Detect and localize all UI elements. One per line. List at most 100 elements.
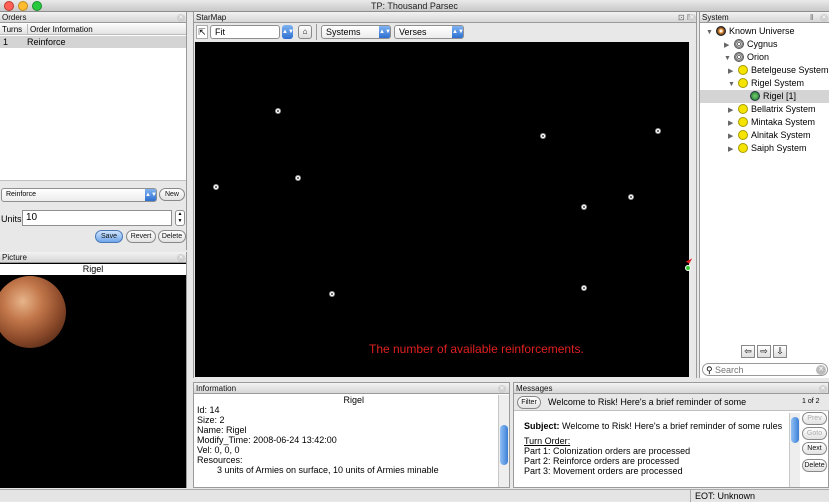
messages-panel-title: Messages [514,383,828,394]
search-input[interactable] [715,365,815,375]
info-resources-line: 3 units of Armies on surface, 10 units o… [217,465,439,475]
status-bar: EOT: Unknown [0,489,829,502]
picture-panel: Picture ✕ Rigel [0,252,187,488]
disclosure-closed-icon[interactable]: ▶ [728,143,738,156]
search-icon: ⚲ [706,365,713,375]
tree-item-rigel-system[interactable]: ▼ Rigel System [728,77,804,90]
info-line: Resources: [197,455,243,465]
sun-icon [738,130,748,140]
sun-icon [738,143,748,153]
messages-close-icon[interactable]: ✕ [819,385,827,393]
info-scrollbar[interactable] [498,395,509,487]
tree-label: Bellatrix System [751,104,816,114]
disclosure-open-icon[interactable]: ▼ [706,26,716,39]
starmap-canvas[interactable]: The number of available reinforcements. [195,42,693,377]
filter-button[interactable]: Filter [517,396,541,409]
table-row[interactable]: 1 Reinforce [0,36,186,48]
information-close-icon[interactable]: ✕ [498,385,506,393]
message-counter: 1 of 2 [802,398,820,405]
universe-icon [716,26,726,36]
sun-icon [738,65,748,75]
pin-icon[interactable]: ‖ [810,13,813,22]
star-system-marker[interactable] [655,128,661,134]
tree-label: Rigel [1] [763,91,797,101]
select-arrows-icon: ▲▼ [145,189,157,201]
tree-item-bellatrix[interactable]: ▶ Bellatrix System [728,103,816,116]
tree-label: Known Universe [729,26,795,36]
delete-order-button[interactable]: Delete [158,230,186,243]
messages-scrollbar[interactable] [789,413,800,487]
tree-item-alnitak[interactable]: ▶ Alnitak System [728,129,811,142]
star-system-marker[interactable] [540,133,546,139]
sun-icon [738,104,748,114]
zoom-select: Fit [210,25,280,39]
starmap-panel: StarMap ⊡ ‖ ✕ ⇱ Fit ▲▼ ⌂ Systems ▲▼ Vers… [193,12,697,378]
tree-item-orion[interactable]: ▼ Orion [724,51,769,64]
cursor-tool-icon[interactable]: ⇱ [196,25,208,39]
star-system-marker[interactable] [295,175,301,181]
star-system-marker[interactable] [213,184,219,190]
planet-icon [750,91,760,101]
tree-item-saiph[interactable]: ▶ Saiph System [728,142,807,155]
prev-message-button[interactable]: Prev [802,412,827,425]
tree-label: Betelgeuse System [751,65,829,75]
zoom-window-icon[interactable] [32,1,42,11]
clear-search-icon[interactable]: ✕ [816,365,826,375]
selected-planet-marker[interactable] [685,265,691,271]
close-window-icon[interactable] [4,1,14,11]
order-turns-cell: 1 [3,37,9,47]
tree-item-rigel-planet[interactable]: Rigel [1] [700,90,829,103]
starmap-close-icon[interactable]: ✕ [688,14,696,22]
system-close-icon[interactable]: ✕ [820,14,828,22]
revert-button[interactable]: Revert [126,230,156,243]
delete-message-button[interactable]: Delete [802,459,827,472]
forward-arrow-icon[interactable]: ⇨ [757,345,771,358]
message-body: Subject: Welcome to Risk! Here's a brief… [524,421,784,476]
info-line: Modify_Time: 2008-06-24 13:42:00 [197,435,337,445]
selection-arrow-icon [685,256,693,264]
units-stepper[interactable]: ▲ ▼ [175,210,185,226]
scroll-thumb[interactable] [791,417,799,443]
column-order-information[interactable]: Order Information [27,24,93,35]
star-system-marker[interactable] [581,285,587,291]
tree-item-known-universe[interactable]: ▼ Known Universe [706,25,795,38]
tree-label: Saiph System [751,143,807,153]
order-type-select[interactable]: Reinforce ▲▼ [1,188,157,202]
zoom-stepper-icon[interactable]: ▲▼ [282,25,294,39]
tree-item-cygnus[interactable]: ▶ Cygnus [724,38,778,51]
column-turns[interactable]: Turns [2,24,22,35]
scroll-thumb[interactable] [500,425,508,465]
information-panel-title: Information [194,383,509,394]
orders-panel-title: Orders [0,12,186,23]
toolbar-divider [316,24,317,40]
goto-message-button[interactable]: Goto [802,427,827,440]
home-icon[interactable]: ⌂ [298,25,312,39]
tree-label: Alnitak System [751,130,811,140]
overlay-select[interactable]: Verses ▲▼ [394,25,464,39]
star-system-marker[interactable] [275,108,281,114]
tree-item-betelgeuse[interactable]: ▶ Betelgeuse System [728,64,829,77]
select-arrows-icon: ▲▼ [452,26,464,38]
mode-select[interactable]: Systems ▲▼ [321,25,391,39]
minimize-window-icon[interactable] [18,1,28,11]
star-system-marker[interactable] [628,194,634,200]
new-order-button[interactable]: New [159,188,185,201]
next-message-button[interactable]: Next [802,442,827,455]
star-system-marker[interactable] [329,291,335,297]
orders-close-icon[interactable]: ✕ [177,14,185,22]
units-input[interactable]: 10 [22,210,172,226]
turn-order-label: Turn Order [524,436,568,446]
star-system-marker[interactable] [581,204,587,210]
save-button[interactable]: Save [95,230,123,243]
search-field[interactable]: ⚲ ✕ [702,363,828,376]
mode-value: Systems [326,27,361,37]
eot-status: EOT: Unknown [690,490,755,502]
back-arrow-icon[interactable]: ⇦ [741,345,755,358]
info-line: Id: 14 [197,405,220,415]
messages-toolbar: Filter Welcome to Risk! Here's a brief r… [514,394,829,411]
zoom-value[interactable]: Fit [215,27,225,37]
picture-panel-title: Picture [0,252,186,263]
down-arrow-icon[interactable]: ⇩ [773,345,787,358]
picture-close-icon[interactable]: ✕ [177,254,185,262]
tree-item-mintaka[interactable]: ▶ Mintaka System [728,116,815,129]
